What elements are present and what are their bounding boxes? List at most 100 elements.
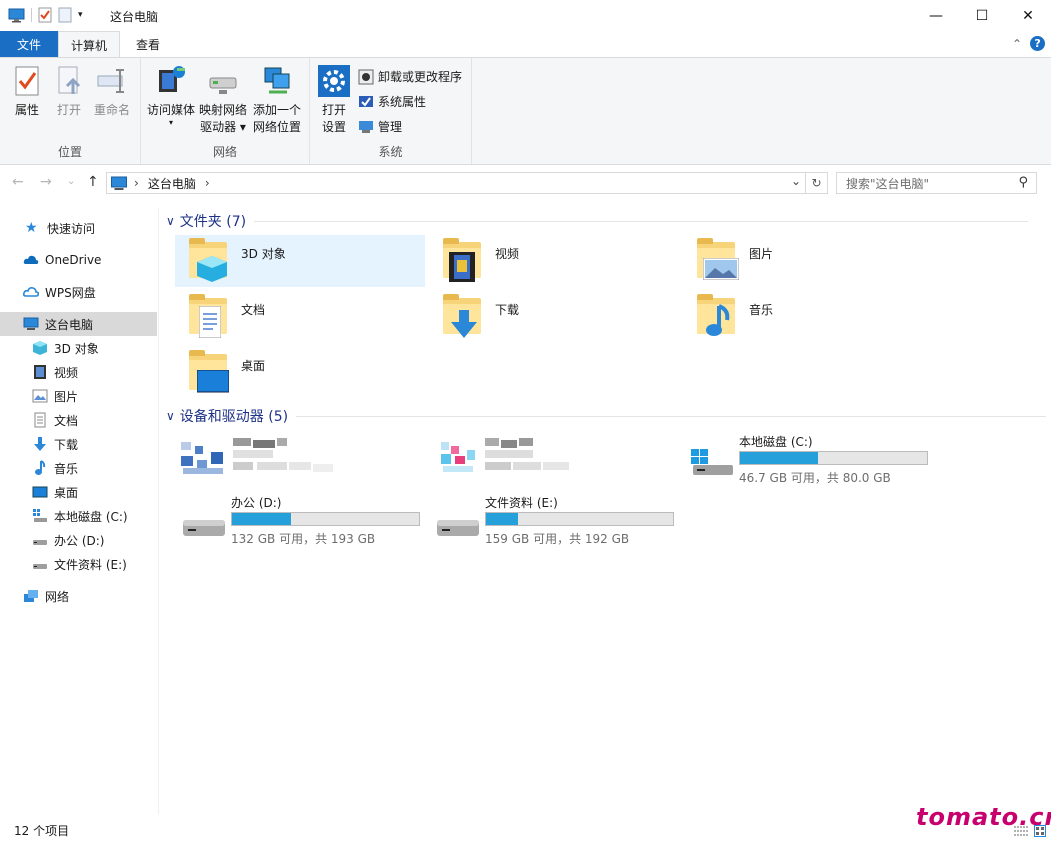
properties-button[interactable]: 属性 xyxy=(10,64,44,119)
desktop-icon xyxy=(32,486,48,498)
rename-label: 重命名 xyxy=(93,103,130,117)
folder-name: 3D 对象 xyxy=(241,247,286,261)
sidebar-item-desktop[interactable]: 桌面 xyxy=(0,480,157,504)
sidebar-item-label: 图片 xyxy=(54,389,79,404)
manage-button[interactable]: 管理 xyxy=(358,118,402,135)
sidebar-item-drive-e[interactable]: 文件资料 (E:) xyxy=(0,552,157,576)
up-button[interactable]: ↑ xyxy=(87,174,99,190)
system-properties-button[interactable]: 系统属性 xyxy=(358,93,426,110)
forward-button[interactable]: → xyxy=(40,174,52,190)
drive-usage-fill xyxy=(232,513,292,525)
folder-name: 下载 xyxy=(495,303,520,317)
properties-check-icon[interactable] xyxy=(38,7,52,23)
folder-documents[interactable]: 文档 xyxy=(175,291,425,343)
uninstall-programs-button[interactable]: 卸载或更改程序 xyxy=(358,68,462,85)
network-icon xyxy=(24,590,38,602)
sidebar-item-this-pc[interactable]: 这台电脑 xyxy=(0,312,157,336)
sidebar-item-documents[interactable]: 文档 xyxy=(0,408,157,432)
address-dropdown-icon[interactable]: ⌄ xyxy=(791,174,801,188)
large-icons-view-icon[interactable] xyxy=(1034,825,1046,837)
media-icon xyxy=(159,66,185,92)
rename-button[interactable]: 重命名 xyxy=(90,64,134,119)
drive-usage-bar xyxy=(485,512,674,526)
recent-locations-button[interactable]: ⌄ xyxy=(67,176,75,187)
sidebar-item-onedrive[interactable]: OneDrive xyxy=(0,248,157,272)
obscured-drive-2[interactable] xyxy=(431,436,681,492)
back-button[interactable]: ← xyxy=(12,174,24,190)
toolbar-divider xyxy=(31,8,32,22)
open-settings-label-2: 设置 xyxy=(321,120,346,134)
sidebar-item-pictures[interactable]: 图片 xyxy=(0,384,157,408)
add-network-label-2: 网络位置 xyxy=(252,120,301,134)
sidebar-item-music[interactable]: 音乐 xyxy=(0,456,157,480)
section-header-drives[interactable]: ∨ 设备和驱动器 (5) xyxy=(166,406,1047,426)
address-bar[interactable]: › 这台电脑 › ⌄ xyxy=(106,172,806,194)
map-network-drive-button[interactable]: 映射网络 驱动器 ▾ xyxy=(197,64,249,136)
folder-music-icon xyxy=(693,294,741,342)
drive-icon xyxy=(183,520,225,536)
drive-icon xyxy=(33,564,47,569)
sidebar-item-quick-access[interactable]: ★ 快速访问 xyxy=(0,216,157,240)
sidebar-item-drive-d[interactable]: 办公 (D:) xyxy=(0,528,157,552)
folder-document-icon xyxy=(185,294,233,342)
search-icon[interactable]: ⚲ xyxy=(1018,175,1028,190)
sidebar-item-network[interactable]: 网络 xyxy=(0,584,157,608)
open-icon xyxy=(58,66,81,94)
properties-icon xyxy=(15,66,39,96)
folder-name: 文档 xyxy=(241,303,266,317)
tab-file[interactable]: 文件 xyxy=(0,31,58,57)
obscured-drive-1[interactable] xyxy=(175,436,425,492)
close-button[interactable]: ✕ xyxy=(1005,0,1051,31)
add-network-location-button[interactable]: 添加一个 网络位置 xyxy=(249,64,305,136)
folder-videos[interactable]: 视频 xyxy=(429,235,679,287)
tab-view[interactable]: 查看 xyxy=(122,31,174,57)
folder-name: 桌面 xyxy=(241,359,266,373)
search-placeholder: 搜索"这台电脑" xyxy=(846,176,930,191)
refresh-button[interactable]: ↻ xyxy=(806,172,828,194)
folder-desktop[interactable]: 桌面 xyxy=(175,347,425,399)
drive-c[interactable]: 本地磁盘 (C:) 46.7 GB 可用，共 80.0 GB xyxy=(683,433,933,489)
folder-music[interactable]: 音乐 xyxy=(683,291,933,343)
folder-pictures[interactable]: 图片 xyxy=(683,235,933,287)
path-separator-icon[interactable]: › xyxy=(205,176,210,190)
folder-3d-icon xyxy=(185,238,233,286)
sidebar-item-wps[interactable]: WPS网盘 xyxy=(0,280,157,304)
details-view-icon[interactable] xyxy=(1014,825,1028,837)
sidebar-item-downloads[interactable]: 下载 xyxy=(0,432,157,456)
drive-icon xyxy=(437,520,479,536)
system-properties-icon xyxy=(359,95,373,107)
status-item-count: 12 个项目 xyxy=(14,824,70,838)
minimize-button[interactable]: — xyxy=(913,0,959,31)
star-icon: ★ xyxy=(25,220,38,236)
help-icon[interactable]: ? xyxy=(1030,36,1046,51)
drive-free-space: 159 GB 可用，共 192 GB xyxy=(485,532,630,546)
breadcrumb-this-pc[interactable]: 这台电脑 xyxy=(148,175,196,192)
drive-usage-bar xyxy=(739,451,928,465)
path-separator-icon[interactable]: › xyxy=(134,176,139,190)
sidebar-item-label: 音乐 xyxy=(54,461,79,476)
collapse-ribbon-icon[interactable]: ⌃ xyxy=(1012,37,1022,51)
customize-toolbar-dropdown-icon[interactable]: ▾ xyxy=(78,10,83,20)
chevron-down-icon[interactable]: ∨ xyxy=(166,214,175,228)
sidebar-item-videos[interactable]: 视频 xyxy=(0,360,157,384)
access-media-button[interactable]: 访问媒体 ▾ xyxy=(145,64,197,127)
search-input[interactable]: 搜索"这台电脑" ⚲ xyxy=(836,172,1037,194)
sidebar-item-3d-objects[interactable]: 3D 对象 xyxy=(0,336,157,360)
drive-name: 本地磁盘 (C:) xyxy=(739,435,813,449)
sidebar-item-drive-c[interactable]: 本地磁盘 (C:) xyxy=(0,504,157,528)
drive-d[interactable]: 办公 (D:) 132 GB 可用，共 193 GB xyxy=(175,494,425,550)
new-folder-icon[interactable] xyxy=(58,7,72,23)
drive-e[interactable]: 文件资料 (E:) 159 GB 可用，共 192 GB xyxy=(429,494,679,550)
folder-name: 图片 xyxy=(749,247,774,261)
open-button[interactable]: 打开 xyxy=(52,64,86,119)
folder-3d-objects[interactable]: 3D 对象 xyxy=(175,235,425,287)
open-settings-button[interactable]: 打开 设置 xyxy=(316,64,352,136)
maximize-button[interactable]: ☐ xyxy=(959,0,1005,31)
sidebar-item-label: 文件资料 (E:) xyxy=(54,557,127,572)
section-header-folders[interactable]: ∨ 文件夹 (7) xyxy=(166,211,1029,231)
access-media-dropdown-icon[interactable]: ▾ xyxy=(169,119,173,127)
sidebar-item-label: 文档 xyxy=(54,413,79,428)
folder-downloads[interactable]: 下载 xyxy=(429,291,679,343)
chevron-down-icon[interactable]: ∨ xyxy=(166,409,175,423)
tab-computer[interactable]: 计算机 xyxy=(58,31,120,58)
